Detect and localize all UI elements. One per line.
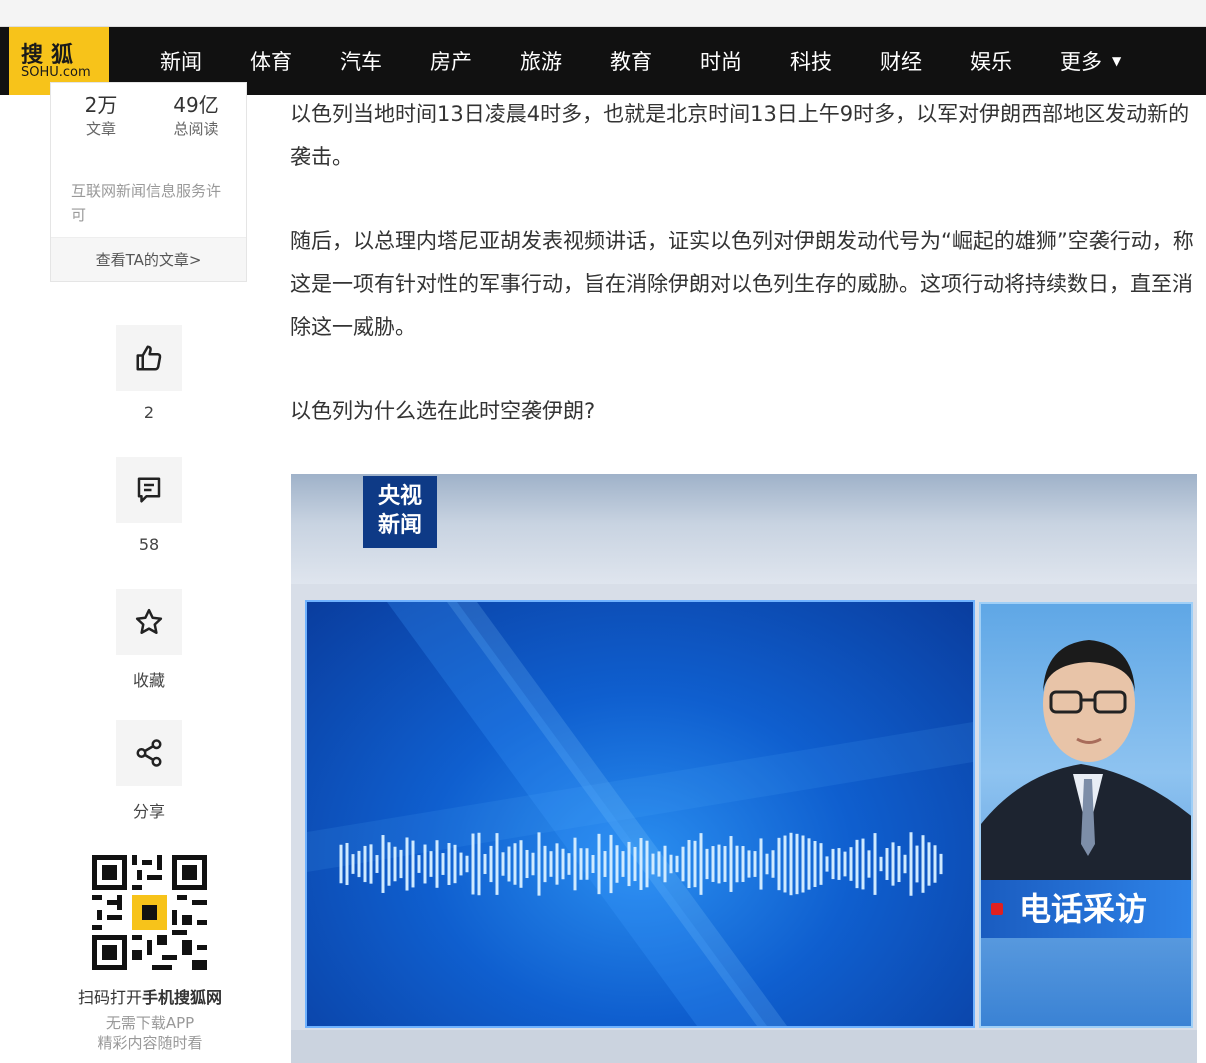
- nav-item-news[interactable]: 新闻: [160, 46, 202, 76]
- like-count: 2: [143, 403, 155, 422]
- nav-item-tech[interactable]: 科技: [790, 46, 832, 76]
- favorite-action[interactable]: 收藏: [116, 589, 182, 691]
- articles-stat: 2万 文章: [56, 89, 146, 139]
- reads-label: 总阅读: [173, 120, 219, 138]
- qr-caption: 扫码打开手机搜狐网: [55, 984, 245, 1008]
- nav-item-fashion[interactable]: 时尚: [700, 46, 742, 76]
- nav-item-education[interactable]: 教育: [610, 46, 652, 76]
- nav-more-label: 更多: [1060, 50, 1102, 74]
- share-icon: [136, 739, 162, 767]
- reads-stat: 49亿 总阅读: [151, 89, 241, 139]
- phone-interview-label: 电话采访: [981, 880, 1191, 938]
- video-bottom-band: [291, 1030, 1197, 1063]
- favorite-label: 收藏: [132, 671, 165, 690]
- favorite-button[interactable]: [116, 589, 182, 655]
- comment-icon: [137, 477, 161, 503]
- qr-subtext-2: 精彩内容随时看: [97, 1034, 203, 1052]
- cctv-logo-line1: 央视: [377, 484, 422, 509]
- nav-item-finance[interactable]: 财经: [880, 46, 922, 76]
- nav-menu: 新闻 体育 汽车 房产 旅游 教育 时尚 科技 财经 娱乐 更多 ▼: [160, 27, 1169, 95]
- author-card: 2万 文章 49亿 总阅读 互联网新闻信息服务许可 查看TA的文章>: [50, 82, 247, 282]
- like-button[interactable]: [116, 325, 182, 391]
- comment-action[interactable]: 58: [116, 457, 182, 554]
- articles-label: 文章: [85, 120, 116, 138]
- article-paragraph-2: 随后，以总理内塔尼亚胡发表视频讲话，证实以色列对伊朗发动代号为“崛起的雄狮”空袭…: [290, 229, 1194, 339]
- article-paragraph-3: 以色列为什么选在此时空袭伊朗?: [290, 399, 596, 423]
- star-icon: [135, 608, 163, 634]
- qr-subtext-1: 无需下载APP: [105, 1014, 195, 1032]
- cctv-logo-line2: 新闻: [377, 513, 422, 538]
- logo-text-bottom: SOHU.com: [21, 65, 91, 80]
- reads-count: 49亿: [173, 93, 219, 117]
- nav-item-entertainment[interactable]: 娱乐: [970, 46, 1012, 76]
- license-text: 互联网新闻信息服务许可: [71, 182, 222, 224]
- nav-item-more[interactable]: 更多 ▼: [1060, 46, 1121, 76]
- comment-button[interactable]: [116, 457, 182, 523]
- qr-caption-site: 手机搜狐网: [142, 988, 223, 1007]
- like-action[interactable]: 2: [116, 325, 182, 422]
- browser-top-strip: [0, 0, 1206, 27]
- comment-count: 58: [138, 535, 160, 554]
- nav-item-sports[interactable]: 体育: [250, 46, 292, 76]
- article-paragraph-1: 以色列当地时间13日凌晨4时多，也就是北京时间13日上午9时多，以军对伊朗西部地…: [290, 102, 1190, 169]
- qr-code: [92, 855, 207, 970]
- see-articles-link[interactable]: 查看TA的文章>: [51, 237, 246, 281]
- nav-item-travel[interactable]: 旅游: [520, 46, 562, 76]
- share-label: 分享: [132, 802, 165, 821]
- thumbs-up-icon: [136, 345, 162, 371]
- share-button[interactable]: [116, 720, 182, 786]
- qr-caption-prefix: 扫码打开: [77, 988, 142, 1007]
- caret-down-icon: ▼: [1112, 54, 1122, 68]
- guest-portrait: [981, 640, 1191, 880]
- articles-count: 2万: [84, 93, 118, 117]
- guest-portrait-panel: 电话采访: [979, 602, 1193, 1028]
- share-action[interactable]: 分享: [116, 720, 182, 822]
- nav-item-realestate[interactable]: 房产: [430, 46, 472, 76]
- audio-waveform-screen: [305, 600, 975, 1028]
- nav-item-auto[interactable]: 汽车: [340, 46, 382, 76]
- red-square-icon: [991, 903, 1003, 915]
- video-frame[interactable]: 央视 新闻 电话采访: [291, 474, 1197, 1063]
- cctv-news-logo: 央视 新闻: [363, 476, 437, 548]
- phone-interview-text: 电话采访: [1019, 890, 1148, 928]
